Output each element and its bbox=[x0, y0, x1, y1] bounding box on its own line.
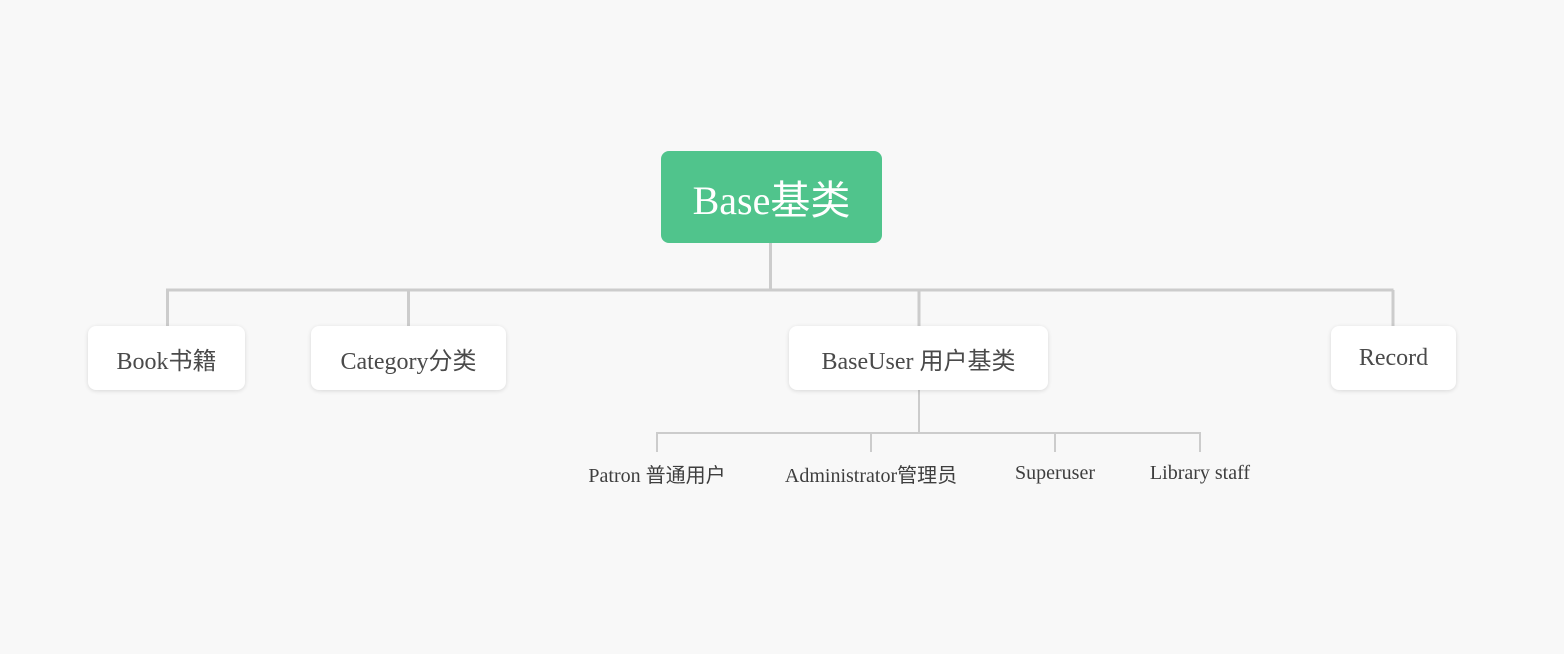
node-administrator-label: Administrator管理员 bbox=[784, 464, 958, 487]
node-library-staff[interactable]: Library staff bbox=[1130, 458, 1270, 488]
node-category[interactable]: Category分类 bbox=[311, 326, 506, 390]
root-node-label: Base基类 bbox=[692, 178, 851, 223]
node-administrator[interactable]: Administrator管理员 bbox=[766, 458, 976, 488]
node-library-staff-label: Library staff bbox=[1149, 461, 1251, 484]
node-record-label: Record bbox=[1358, 344, 1429, 371]
node-record[interactable]: Record bbox=[1331, 326, 1456, 390]
node-book[interactable]: Book书籍 bbox=[88, 326, 245, 390]
node-superuser[interactable]: Superuser bbox=[995, 458, 1115, 488]
node-category-label: Category分类 bbox=[340, 348, 477, 375]
mind-map-canvas: Base基类 Book书籍 Category分类 BaseUser 用户基类 R… bbox=[0, 0, 1564, 654]
node-baseuser[interactable]: BaseUser 用户基类 bbox=[789, 326, 1048, 390]
node-patron[interactable]: Patron 普通用户 bbox=[567, 458, 747, 488]
node-patron-label: Patron 普通用户 bbox=[588, 464, 726, 487]
node-baseuser-label: BaseUser 用户基类 bbox=[821, 348, 1016, 375]
root-node[interactable]: Base基类 bbox=[661, 151, 882, 243]
node-book-label: Book书籍 bbox=[116, 348, 217, 375]
node-superuser-label: Superuser bbox=[1015, 461, 1095, 484]
